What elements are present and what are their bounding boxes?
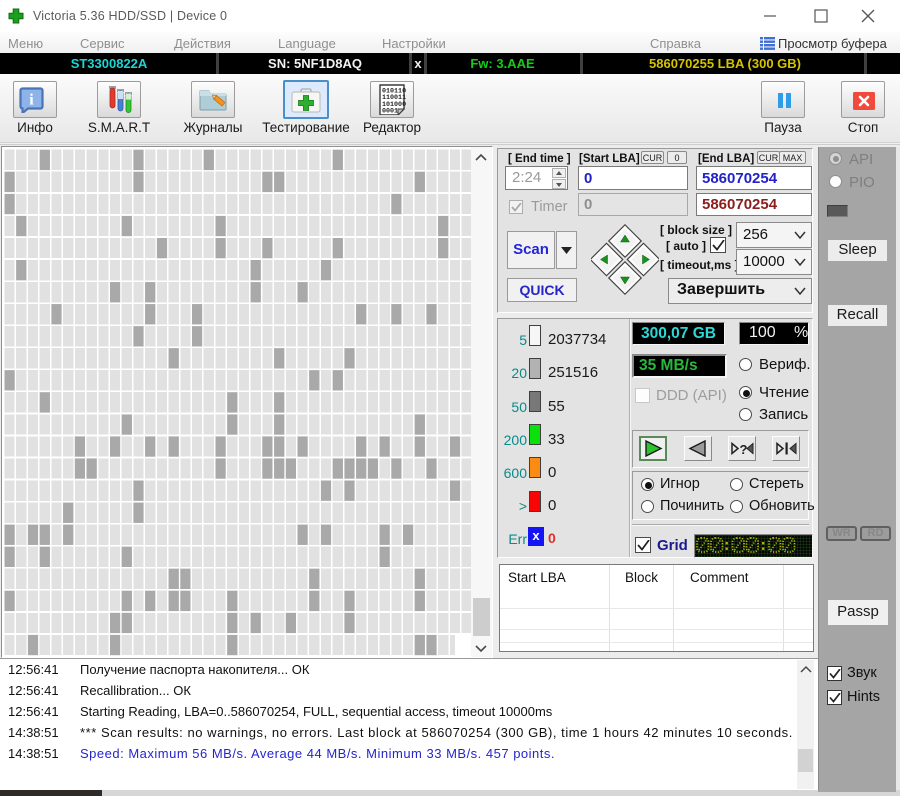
svg-text:i: i [29, 92, 34, 109]
svg-text:?: ? [740, 442, 748, 457]
svg-text:0001: 0001 [382, 107, 398, 115]
